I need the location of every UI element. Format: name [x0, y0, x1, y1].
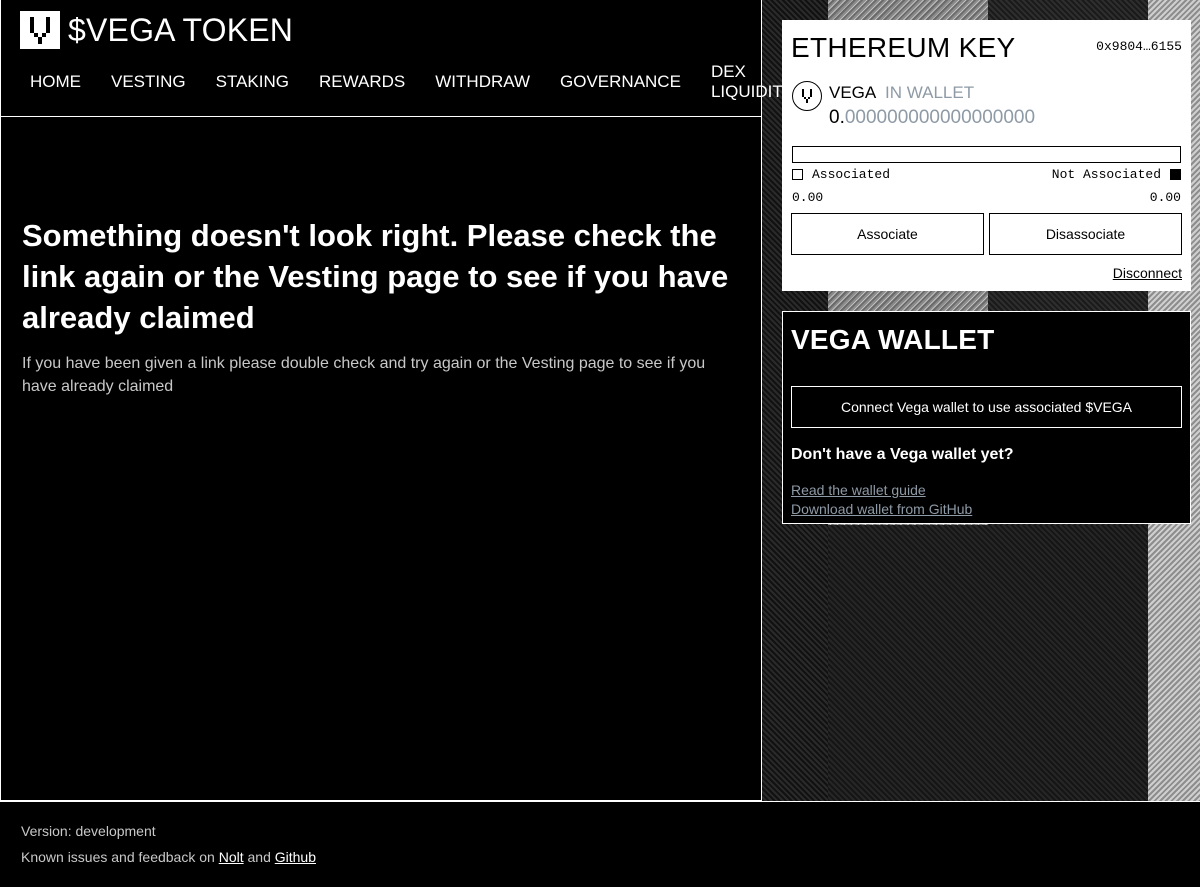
feedback-and: and	[247, 849, 271, 865]
wallet-guide-link[interactable]: Read the wallet guide	[791, 482, 926, 498]
no-wallet-question: Don't have a Vega wallet yet?	[791, 446, 1014, 463]
main-nav: HOME VESTING STAKING REWARDS WITHDRAW GO…	[15, 62, 796, 102]
nav-item-home[interactable]: HOME	[15, 72, 96, 92]
token-balance-decimals: 000000000000000000	[844, 107, 1036, 128]
association-bar	[792, 146, 1181, 163]
vega-token-icon	[792, 81, 822, 111]
token-balance-integer: 0.	[829, 107, 845, 128]
ethereum-key-title: ETHEREUM KEY	[791, 32, 1016, 63]
associated-value: 0.00	[792, 190, 824, 205]
associated-label: Associated	[812, 167, 891, 182]
feedback-prefix: Known issues and feedback on	[21, 849, 215, 865]
site-footer: Version: development Known issues and fe…	[0, 801, 1200, 887]
nolt-link[interactable]: Nolt	[219, 849, 244, 865]
not-associated-square-icon	[1170, 169, 1181, 180]
disconnect-link[interactable]: Disconnect	[1113, 265, 1182, 281]
download-wallet-link[interactable]: Download wallet from GitHub	[791, 501, 972, 517]
site-title: $VEGA TOKEN	[68, 12, 294, 48]
associated-square-icon	[792, 169, 803, 180]
token-balance: 0.000000000000000000	[829, 107, 1035, 129]
nav-item-governance[interactable]: GOVERNANCE	[545, 72, 696, 92]
error-content: Something doesn't look right. Please che…	[22, 215, 742, 398]
github-link[interactable]: Github	[275, 849, 316, 865]
associate-button[interactable]: Associate	[791, 213, 984, 255]
feedback-text: Known issues and feedback on Nolt and Gi…	[21, 849, 316, 865]
nav-item-staking[interactable]: STAKING	[201, 72, 304, 92]
token-status: IN WALLET	[885, 83, 975, 102]
ethereum-address: 0x9804…6155	[1096, 39, 1182, 54]
not-associated-value: 0.00	[1149, 190, 1181, 205]
nav-item-vesting[interactable]: VESTING	[96, 72, 201, 92]
disassociate-button[interactable]: Disassociate	[989, 213, 1182, 255]
connect-vega-wallet-button[interactable]: Connect Vega wallet to use associated $V…	[791, 386, 1182, 428]
associated-legend: Associated	[792, 167, 890, 182]
vega-wallet-card: VEGA WALLET Connect Vega wallet to use a…	[782, 311, 1191, 524]
not-associated-label: Not Associated	[1051, 167, 1161, 182]
ethereum-key-card: ETHEREUM KEY 0x9804…6155 VEGA IN WALLET …	[782, 20, 1191, 291]
token-name: VEGA	[829, 83, 877, 102]
not-associated-legend: Not Associated	[1052, 167, 1181, 182]
vega-logo-icon[interactable]	[20, 11, 60, 49]
nav-item-rewards[interactable]: REWARDS	[304, 72, 420, 92]
main-column: $VEGA TOKEN HOME VESTING STAKING REWARDS…	[0, 0, 794, 801]
error-heading: Something doesn't look right. Please che…	[22, 218, 729, 335]
nav-item-dex-liquidity[interactable]: DEX LIQUIDITY	[696, 62, 796, 102]
nav-item-withdraw[interactable]: WITHDRAW	[420, 72, 545, 92]
vega-wallet-title: VEGA WALLET	[791, 324, 995, 355]
noise-stripe	[828, 525, 1148, 801]
site-header: $VEGA TOKEN HOME VESTING STAKING REWARDS…	[1, 0, 794, 117]
error-message: If you have been given a link please dou…	[22, 355, 706, 395]
version-text: Version: development	[21, 823, 156, 839]
